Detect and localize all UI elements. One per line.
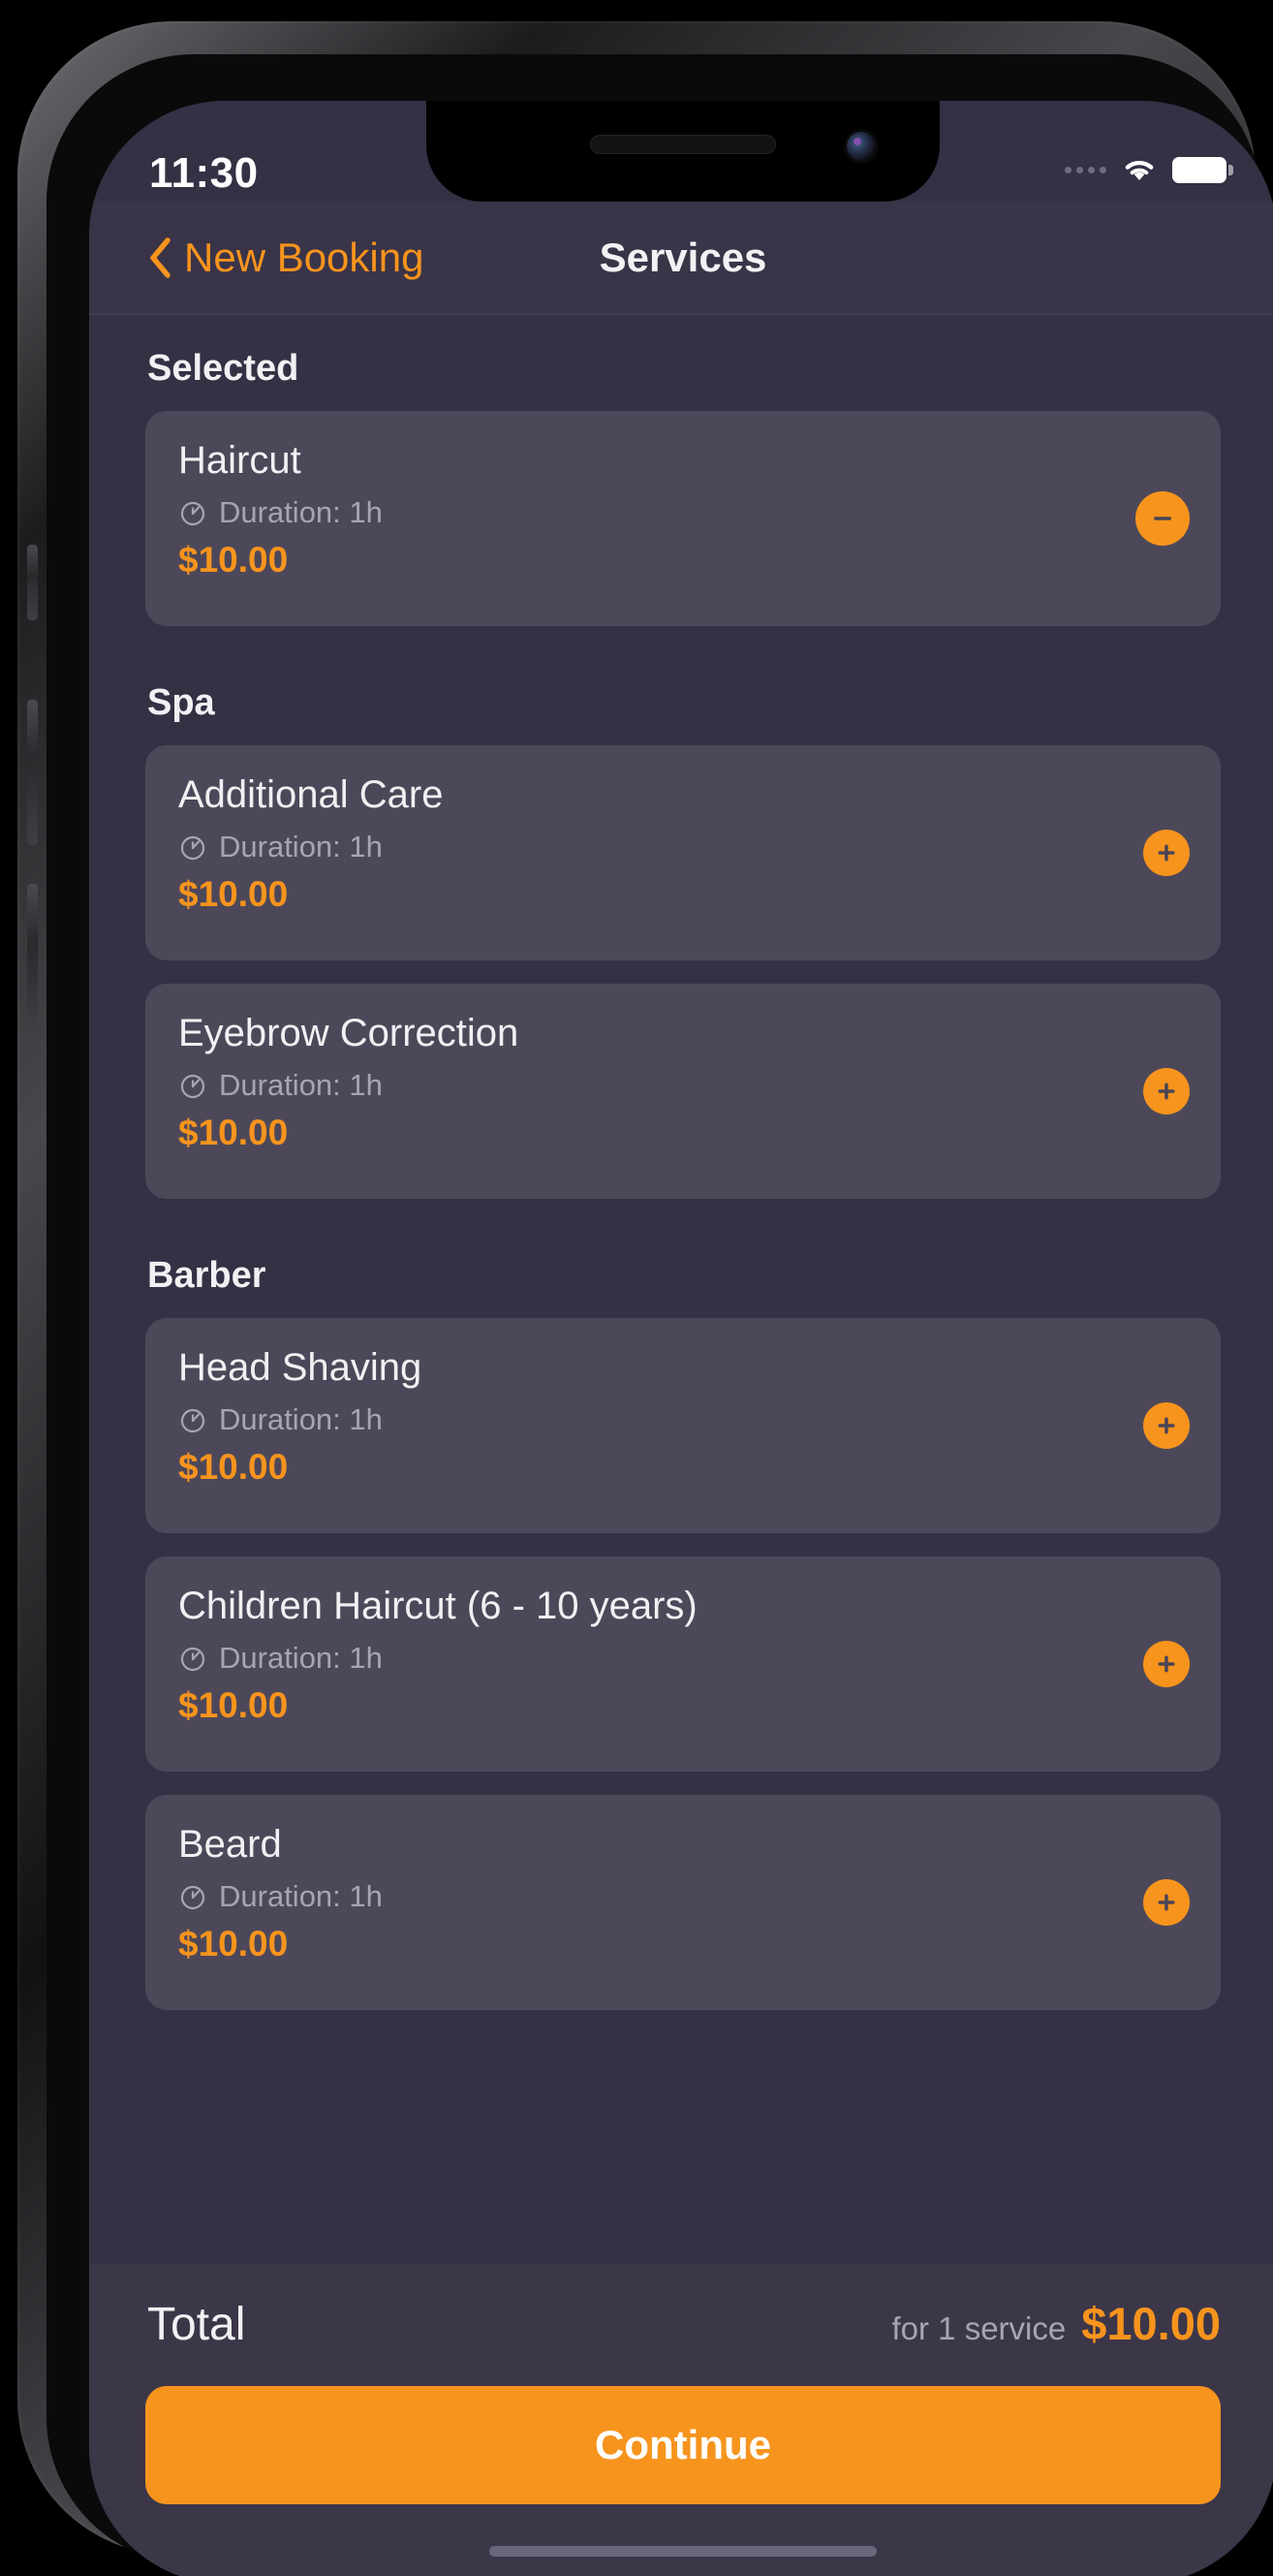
clock-icon — [180, 502, 205, 526]
continue-button[interactable]: Continue — [145, 2386, 1221, 2504]
add-service-button[interactable] — [1143, 1879, 1190, 1926]
service-card[interactable]: Head Shaving Duration: 1h $10.00 — [145, 1318, 1221, 1533]
service-price: $10.00 — [178, 874, 289, 915]
wifi-icon — [1125, 160, 1154, 180]
services-list[interactable]: Selected Haircut Duration: 1h $10.00 Spa… — [89, 315, 1273, 2264]
clock-icon — [180, 1075, 205, 1099]
total-service-count: for 1 service — [891, 2310, 1067, 2346]
service-duration-label: Duration: 1h — [219, 495, 383, 530]
service-card[interactable]: Eyebrow Correction Duration: 1h $10.00 — [145, 984, 1221, 1199]
home-indicator[interactable] — [489, 2546, 877, 2557]
clock-icon — [180, 1648, 205, 1672]
back-button-label: New Booking — [184, 235, 424, 280]
navigation-bar: New Booking Services — [89, 202, 1273, 315]
total-value-group: for 1 service $10.00 — [892, 2297, 1222, 2350]
service-card[interactable]: Additional Care Duration: 1h $10.00 — [145, 745, 1221, 960]
add-service-button[interactable] — [1143, 830, 1190, 876]
service-duration: Duration: 1h — [178, 1641, 1188, 1676]
phone-bezel: 11:30 New Booking Services Selected Hair… — [47, 54, 1273, 2576]
service-card[interactable]: Beard Duration: 1h $10.00 — [145, 1795, 1221, 2010]
clock-icon — [180, 836, 205, 861]
device-notch — [426, 101, 940, 202]
remove-service-button[interactable] — [1135, 491, 1190, 546]
service-name: Head Shaving — [178, 1346, 422, 1389]
plus-circle-icon — [1158, 1083, 1175, 1100]
service-duration: Duration: 1h — [178, 495, 1188, 530]
service-price: $10.00 — [178, 540, 289, 581]
service-name: Eyebrow Correction — [178, 1012, 519, 1054]
app-root: 11:30 New Booking Services Selected Hair… — [89, 101, 1273, 2576]
clock-icon — [180, 1886, 205, 1910]
total-row: Total for 1 service $10.00 — [89, 2264, 1273, 2351]
screenshot-stage: 11:30 New Booking Services Selected Hair… — [0, 0, 1273, 2576]
service-name: Additional Care — [178, 773, 444, 816]
front-camera-icon — [847, 132, 876, 161]
continue-button-label: Continue — [595, 2422, 771, 2467]
page-title: Services — [599, 235, 767, 280]
status-bar-indicators — [1065, 155, 1233, 184]
chevron-left-icon — [150, 237, 171, 278]
service-price: $10.00 — [178, 1924, 289, 1964]
volume-down-button[interactable] — [27, 884, 38, 1029]
service-duration: Duration: 1h — [178, 1879, 1188, 1914]
service-card[interactable]: Haircut Duration: 1h $10.00 — [145, 411, 1221, 626]
add-service-button[interactable] — [1143, 1402, 1190, 1449]
service-duration-label: Duration: 1h — [219, 1879, 383, 1914]
add-service-button[interactable] — [1143, 1641, 1190, 1687]
checkout-bar: Total for 1 service $10.00 Continue — [89, 2264, 1273, 2576]
add-service-button[interactable] — [1143, 1068, 1190, 1115]
clock-icon — [180, 1409, 205, 1433]
plus-circle-icon — [1158, 1655, 1175, 1673]
service-price: $10.00 — [178, 1113, 289, 1153]
plus-circle-icon — [1158, 1894, 1175, 1911]
service-duration-label: Duration: 1h — [219, 1641, 383, 1676]
section-header-selected: Selected — [147, 348, 299, 389]
battery-full-icon — [1172, 156, 1233, 183]
service-duration: Duration: 1h — [178, 1068, 1188, 1103]
service-price: $10.00 — [178, 1685, 289, 1726]
service-duration: Duration: 1h — [178, 830, 1188, 864]
service-duration: Duration: 1h — [178, 1402, 1188, 1437]
service-name: Haircut — [178, 439, 301, 482]
phone-frame: 11:30 New Booking Services Selected Hair… — [17, 21, 1273, 2576]
phone-screen: 11:30 New Booking Services Selected Hair… — [89, 101, 1273, 2576]
cellular-dots-icon — [1065, 166, 1106, 173]
volume-up-button[interactable] — [27, 700, 38, 845]
earpiece-speaker-icon — [591, 136, 775, 153]
plus-circle-icon — [1158, 844, 1175, 862]
status-bar-time: 11:30 — [149, 149, 259, 197]
total-label: Total — [147, 2299, 246, 2350]
section-header-spa: Spa — [147, 682, 215, 723]
service-card[interactable]: Children Haircut (6 - 10 years) Duration… — [145, 1556, 1221, 1772]
service-name: Children Haircut (6 - 10 years) — [178, 1585, 698, 1627]
service-price: $10.00 — [178, 1447, 289, 1488]
plus-circle-icon — [1158, 1417, 1175, 1434]
service-duration-label: Duration: 1h — [219, 1068, 383, 1103]
back-button[interactable]: New Booking — [147, 235, 423, 281]
silent-switch[interactable] — [27, 545, 38, 620]
minus-circle-icon — [1154, 517, 1171, 520]
service-name: Beard — [178, 1823, 282, 1866]
total-amount: $10.00 — [1081, 2298, 1221, 2349]
section-header-barber: Barber — [147, 1255, 266, 1296]
service-duration-label: Duration: 1h — [219, 1402, 383, 1437]
service-duration-label: Duration: 1h — [219, 830, 383, 864]
